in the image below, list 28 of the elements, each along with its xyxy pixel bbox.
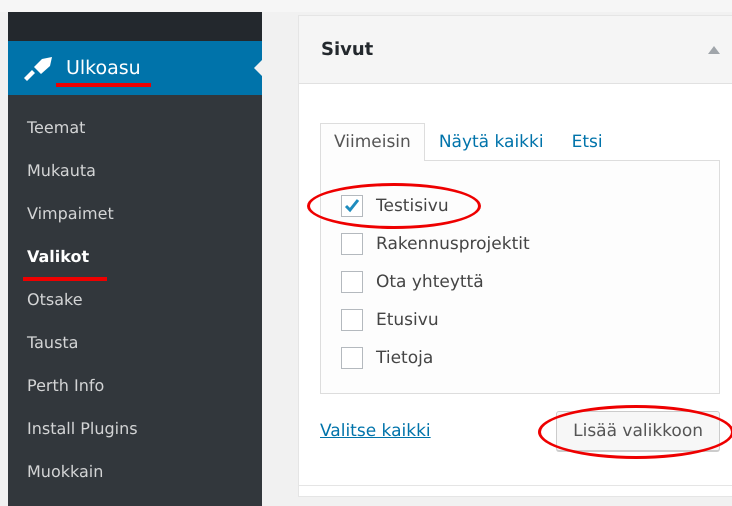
page-label: Rakennusprojektit bbox=[376, 234, 530, 254]
tab[interactable]: Viimeisin bbox=[320, 123, 425, 161]
panel-title: Sivut bbox=[321, 39, 374, 60]
checkbox[interactable] bbox=[341, 271, 363, 293]
tab[interactable]: Etsi bbox=[558, 123, 617, 161]
checkbox[interactable] bbox=[341, 233, 363, 255]
sidebar-item[interactable]: Otsake bbox=[27, 285, 83, 315]
checkbox[interactable] bbox=[341, 309, 363, 331]
sidebar-item[interactable]: Teemat bbox=[27, 113, 86, 143]
menu-header[interactable]: Ulkoasu bbox=[8, 41, 262, 95]
collapse-arrow-icon[interactable] bbox=[708, 46, 720, 54]
checkbox[interactable] bbox=[341, 195, 363, 217]
paintbrush-icon bbox=[22, 54, 54, 82]
page-label: Ota yhteyttä bbox=[376, 272, 484, 292]
sidebar-item[interactable]: Valikot bbox=[27, 242, 90, 272]
add-to-menu-button[interactable]: Lisää valikkoon bbox=[556, 411, 720, 451]
tab[interactable]: Näytä kaikki bbox=[424, 123, 558, 161]
sidebar-item[interactable]: Mukauta bbox=[27, 156, 96, 186]
sidebar-item[interactable]: Install Plugins bbox=[27, 414, 138, 444]
sidebar-item[interactable]: Perth Info bbox=[27, 371, 104, 401]
sidebar-item[interactable]: Muokkain bbox=[27, 457, 104, 487]
page-label: Tietoja bbox=[376, 348, 434, 368]
page-label: Testisivu bbox=[376, 196, 449, 216]
sidebar-item[interactable]: Tausta bbox=[27, 328, 78, 358]
select-all-link[interactable]: Valitse kaikki bbox=[320, 421, 431, 441]
sidebar-item[interactable]: Vimpaimet bbox=[27, 199, 114, 229]
page-label: Etusivu bbox=[376, 310, 439, 330]
checkbox[interactable] bbox=[341, 347, 363, 369]
